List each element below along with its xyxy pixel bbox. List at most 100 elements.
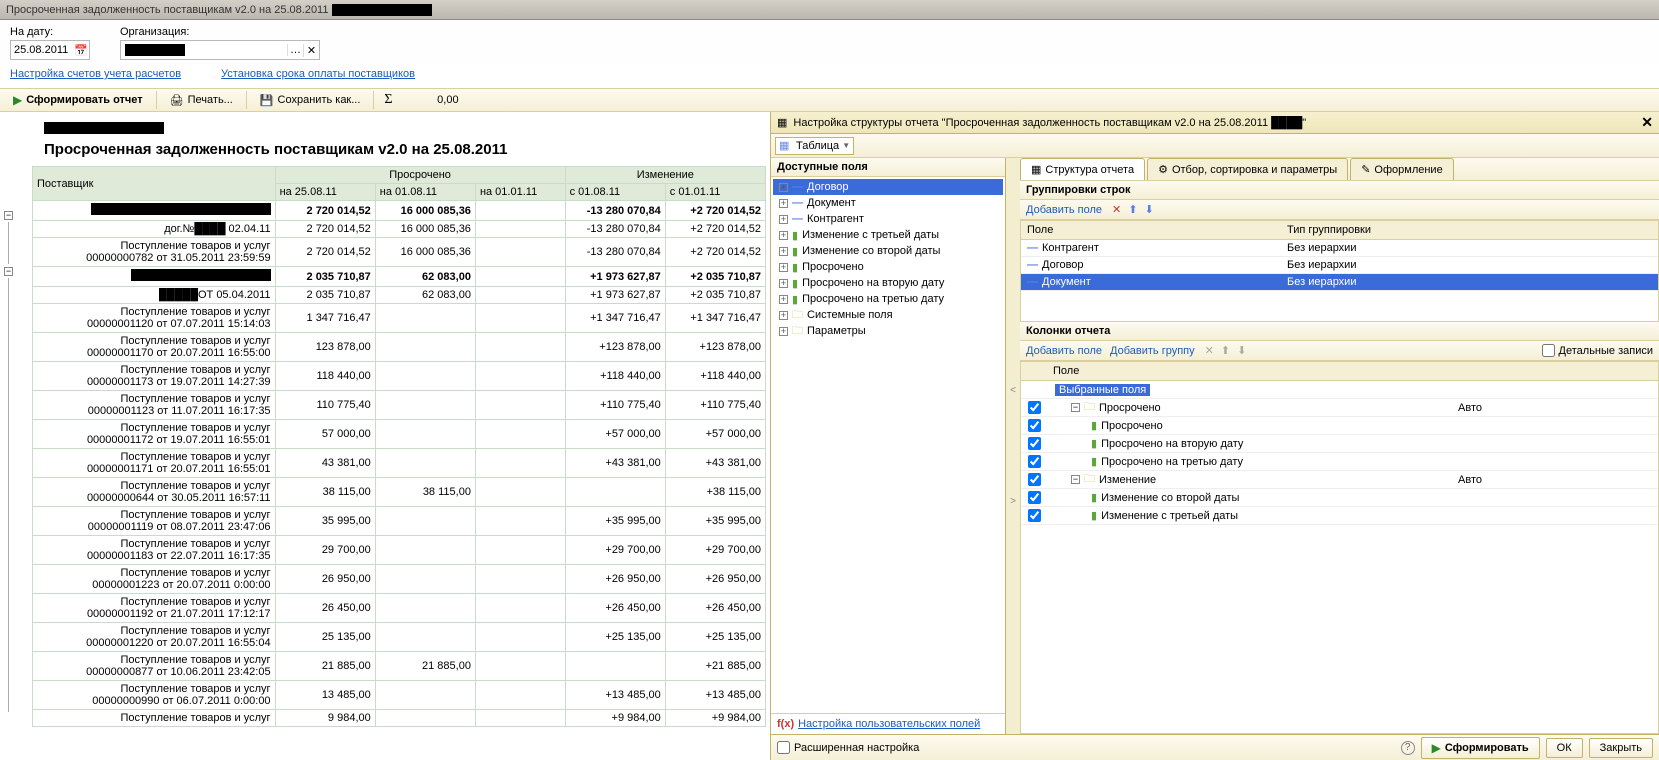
column-row[interactable]: ▮Просрочено на вторую дату (1021, 435, 1658, 453)
custom-fields-link[interactable]: Настройка пользовательских полей (798, 718, 980, 730)
tab[interactable]: ✎Оформление (1350, 158, 1454, 180)
move-left-icon[interactable]: < (1010, 385, 1016, 396)
column-checkbox[interactable] (1028, 455, 1041, 468)
expand-icon[interactable]: + (779, 263, 788, 272)
extended-settings-checkbox[interactable]: Расширенная настройка (777, 741, 919, 754)
grouping-row[interactable]: —ДоговорБез иерархии (1021, 257, 1658, 274)
column-row[interactable]: −🗀ИзменениеАвто (1021, 471, 1658, 489)
links-bar: Настройка счетов учета расчетов Установк… (0, 64, 1659, 88)
expand-icon[interactable]: + (779, 231, 788, 240)
window-title: Просроченная задолженность поставщикам v… (6, 0, 328, 20)
tab[interactable]: ▦Структура отчета (1020, 158, 1145, 180)
column-row[interactable]: ▮Изменение с третьей даты (1021, 507, 1658, 525)
delete-icon[interactable]: ✕ (1112, 204, 1121, 216)
table-row[interactable]: Поступление товаров и услуг 00000001171 … (33, 449, 766, 478)
add-field-link[interactable]: Добавить поле (1026, 204, 1102, 216)
expand-icon[interactable]: + (779, 247, 788, 256)
tree-item[interactable]: +▮Изменение со второй даты (773, 243, 1003, 259)
collapse-icon[interactable]: − (4, 267, 13, 276)
layout-dropdown[interactable]: ▦ Таблица ▼ (775, 137, 854, 155)
table-row[interactable]: Поступление товаров и услуг 00000001173 … (33, 362, 766, 391)
tree-item[interactable]: +▮Изменение с третьей даты (773, 227, 1003, 243)
generate-button[interactable]: ▶Сформировать отчет (6, 90, 150, 110)
table-row[interactable]: Поступление товаров и услуг 00000001220 … (33, 623, 766, 652)
column-row[interactable]: ▮Изменение со второй даты (1021, 489, 1658, 507)
tab[interactable]: ⚙Отбор, сортировка и параметры (1147, 158, 1348, 180)
column-checkbox[interactable] (1028, 491, 1041, 504)
org-select-button[interactable]: … (287, 44, 303, 56)
column-checkbox[interactable] (1028, 473, 1041, 486)
tree-item[interactable]: +▮Просрочено на третью дату (773, 291, 1003, 307)
collapse-icon[interactable]: − (1071, 403, 1080, 412)
expand-icon[interactable]: + (779, 295, 788, 304)
move-down-icon[interactable]: ⬇ (1145, 204, 1154, 216)
table-row[interactable]: Поступление товаров и услуг 00000000990 … (33, 681, 766, 710)
column-row[interactable]: −🗀ПросроченоАвто (1021, 399, 1658, 417)
detail-records-checkbox[interactable]: Детальные записи (1542, 344, 1653, 357)
tree-item[interactable]: +🗀Параметры (773, 323, 1003, 339)
table-row[interactable]: Поступление товаров и услуг 00000001183 … (33, 536, 766, 565)
table-row[interactable]: Поступление товаров и услуг 00000000782 … (33, 238, 766, 267)
column-row[interactable]: Выбранные поля (1021, 381, 1658, 399)
table-row[interactable]: █████ОТ 05.04.20112 035 710,8762 083,00+… (33, 287, 766, 304)
column-row[interactable]: ▮Просрочено (1021, 417, 1658, 435)
expand-icon[interactable]: + (779, 279, 788, 288)
add-field-link2[interactable]: Добавить поле (1026, 345, 1102, 357)
table-row[interactable]: Поступление товаров и услуг 00000001123 … (33, 391, 766, 420)
expand-icon[interactable]: + (779, 183, 788, 192)
collapse-icon[interactable]: − (4, 211, 13, 220)
org-input[interactable]: … ✕ (120, 40, 320, 60)
tree-item[interactable]: +—Договор (773, 179, 1003, 195)
delete-icon[interactable]: ✕ (1205, 345, 1214, 357)
table-row[interactable]: дог.№████ 02.04.112 720 014,5216 000 085… (33, 221, 766, 238)
table-row[interactable]: Поступление товаров и услуг 00000001120 … (33, 304, 766, 333)
ok-button[interactable]: ОК (1546, 738, 1583, 758)
move-right-icon[interactable]: > (1010, 496, 1016, 507)
link-accounts[interactable]: Настройка счетов учета расчетов (10, 68, 181, 80)
date-field[interactable] (11, 44, 73, 56)
calendar-icon[interactable]: 📅 (73, 44, 89, 57)
move-up-icon[interactable]: ⬆ (1221, 345, 1230, 357)
close-button-des[interactable]: Закрыть (1589, 738, 1653, 758)
table-row[interactable]: Поступление товаров и услуг 00000000877 … (33, 652, 766, 681)
expand-icon[interactable]: + (779, 327, 788, 336)
grouping-row[interactable]: —КонтрагентБез иерархии (1021, 240, 1658, 257)
column-row[interactable]: ▮Просрочено на третью дату (1021, 453, 1658, 471)
table-icon: ▦ (779, 139, 789, 152)
move-down-icon[interactable]: ⬇ (1237, 345, 1246, 357)
table-row[interactable]: Поступление товаров и услуг 00000001170 … (33, 333, 766, 362)
help-icon[interactable]: ? (1401, 741, 1415, 755)
table-row[interactable]: Поступление товаров и услуг 00000001223 … (33, 565, 766, 594)
table-row[interactable]: Поступление товаров и услуг 00000000644 … (33, 478, 766, 507)
org-clear-button[interactable]: ✕ (303, 44, 319, 57)
table-row[interactable]: Поступление товаров и услуг 00000001119 … (33, 507, 766, 536)
print-button[interactable]: 🖨Печать... (163, 91, 240, 110)
grouping-row[interactable]: —ДокументБез иерархии (1021, 274, 1658, 291)
add-group-link[interactable]: Добавить группу (1110, 345, 1195, 357)
tree-item[interactable]: +🗀Системные поля (773, 307, 1003, 323)
expand-icon[interactable]: + (779, 311, 788, 320)
column-checkbox[interactable] (1028, 401, 1041, 414)
table-row[interactable]: 2 035 710,8762 083,00+1 973 627,87+2 035… (33, 267, 766, 287)
generate-button-des[interactable]: ▶Сформировать (1421, 737, 1540, 759)
table-row[interactable]: Поступление товаров и услуг9 984,00+9 98… (33, 710, 766, 727)
tree-item[interactable]: +—Контрагент (773, 211, 1003, 227)
column-checkbox[interactable] (1028, 419, 1041, 432)
table-row[interactable]: Поступление товаров и услуг 00000001172 … (33, 420, 766, 449)
collapse-icon[interactable]: − (1071, 475, 1080, 484)
tree-item[interactable]: +—Документ (773, 195, 1003, 211)
column-checkbox[interactable] (1028, 437, 1041, 450)
expand-icon[interactable]: + (779, 215, 788, 224)
saveas-button[interactable]: 💾Сохранить как... (253, 91, 368, 110)
tree-item[interactable]: +▮Просрочено (773, 259, 1003, 275)
table-row[interactable]: Поступление товаров и услуг 00000001192 … (33, 594, 766, 623)
tree-item[interactable]: +▮Просрочено на вторую дату (773, 275, 1003, 291)
expand-icon[interactable]: + (779, 199, 788, 208)
close-button[interactable]: ✕ (1641, 114, 1653, 131)
move-up-icon[interactable]: ⬆ (1128, 204, 1137, 216)
table-row[interactable]: 2 720 014,5216 000 085,36-13 280 070,84+… (33, 201, 766, 221)
date-input[interactable]: 📅 (10, 40, 90, 60)
column-checkbox[interactable] (1028, 509, 1041, 522)
field-icon: — (1027, 259, 1038, 271)
link-terms[interactable]: Установка срока оплаты поставщиков (221, 68, 415, 80)
